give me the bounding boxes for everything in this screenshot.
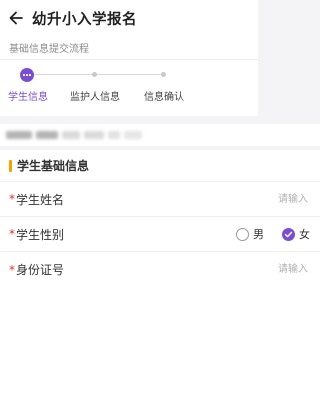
flow-subtitle: 基础信息提交流程 bbox=[9, 44, 89, 55]
step-2-dot bbox=[92, 72, 97, 77]
required-mark: * bbox=[9, 192, 15, 206]
step-1-label[interactable]: 学生信息 bbox=[8, 88, 48, 103]
section-title: 学生基础信息 bbox=[17, 159, 90, 173]
divider bbox=[0, 59, 258, 60]
id-number-input[interactable] bbox=[220, 263, 310, 276]
required-mark: * bbox=[9, 227, 15, 241]
gender-male-radio[interactable]: 男 bbox=[236, 226, 264, 242]
gender-female-radio[interactable]: 女 bbox=[282, 226, 310, 242]
student-gender-label: 学生性别 bbox=[16, 227, 65, 242]
step-connector bbox=[34, 74, 92, 75]
step-connector bbox=[97, 74, 161, 75]
blurred-notice bbox=[0, 124, 320, 146]
arrow-left-icon bbox=[9, 11, 23, 25]
progress-steps: 学生信息 监护人信息 信息确认 bbox=[0, 64, 258, 104]
student-name-label: 学生姓名 bbox=[16, 192, 65, 207]
student-gender-row: * 学生性别 男 女 bbox=[0, 217, 320, 252]
gender-male-label: 男 bbox=[253, 228, 264, 241]
step-3-dot bbox=[161, 72, 166, 77]
page-background bbox=[0, 288, 320, 400]
section-header: 学生基础信息 bbox=[0, 150, 320, 182]
back-button[interactable] bbox=[8, 10, 24, 26]
step-2-label[interactable]: 监护人信息 bbox=[70, 88, 120, 103]
student-info-form: 学生基础信息 * 学生姓名 * 学生性别 男 女 * 身份证号 bbox=[0, 150, 320, 288]
checkmark-icon bbox=[284, 231, 293, 237]
student-name-input[interactable] bbox=[220, 192, 310, 206]
section-accent-bar bbox=[9, 159, 12, 172]
id-number-row: * 身份证号 bbox=[0, 252, 320, 287]
gender-female-label: 女 bbox=[299, 228, 310, 241]
page-title: 幼升小入学报名 bbox=[32, 11, 137, 28]
app-header: 幼升小入学报名 bbox=[0, 0, 258, 36]
required-mark: * bbox=[9, 262, 15, 277]
step-1-active-dot bbox=[20, 68, 34, 82]
student-name-row: * 学生姓名 bbox=[0, 182, 320, 217]
blurred-text bbox=[6, 128, 142, 142]
gender-radio-group: 男 女 bbox=[224, 226, 310, 242]
top-panel: 幼升小入学报名 基础信息提交流程 学生信息 监护人信息 信息确认 bbox=[0, 0, 258, 124]
radio-unchecked-icon bbox=[236, 227, 249, 241]
radio-checked-icon bbox=[282, 227, 295, 241]
id-number-label: 身份证号 bbox=[16, 263, 65, 277]
gap bbox=[0, 116, 320, 124]
step-3-label[interactable]: 信息确认 bbox=[144, 88, 184, 103]
